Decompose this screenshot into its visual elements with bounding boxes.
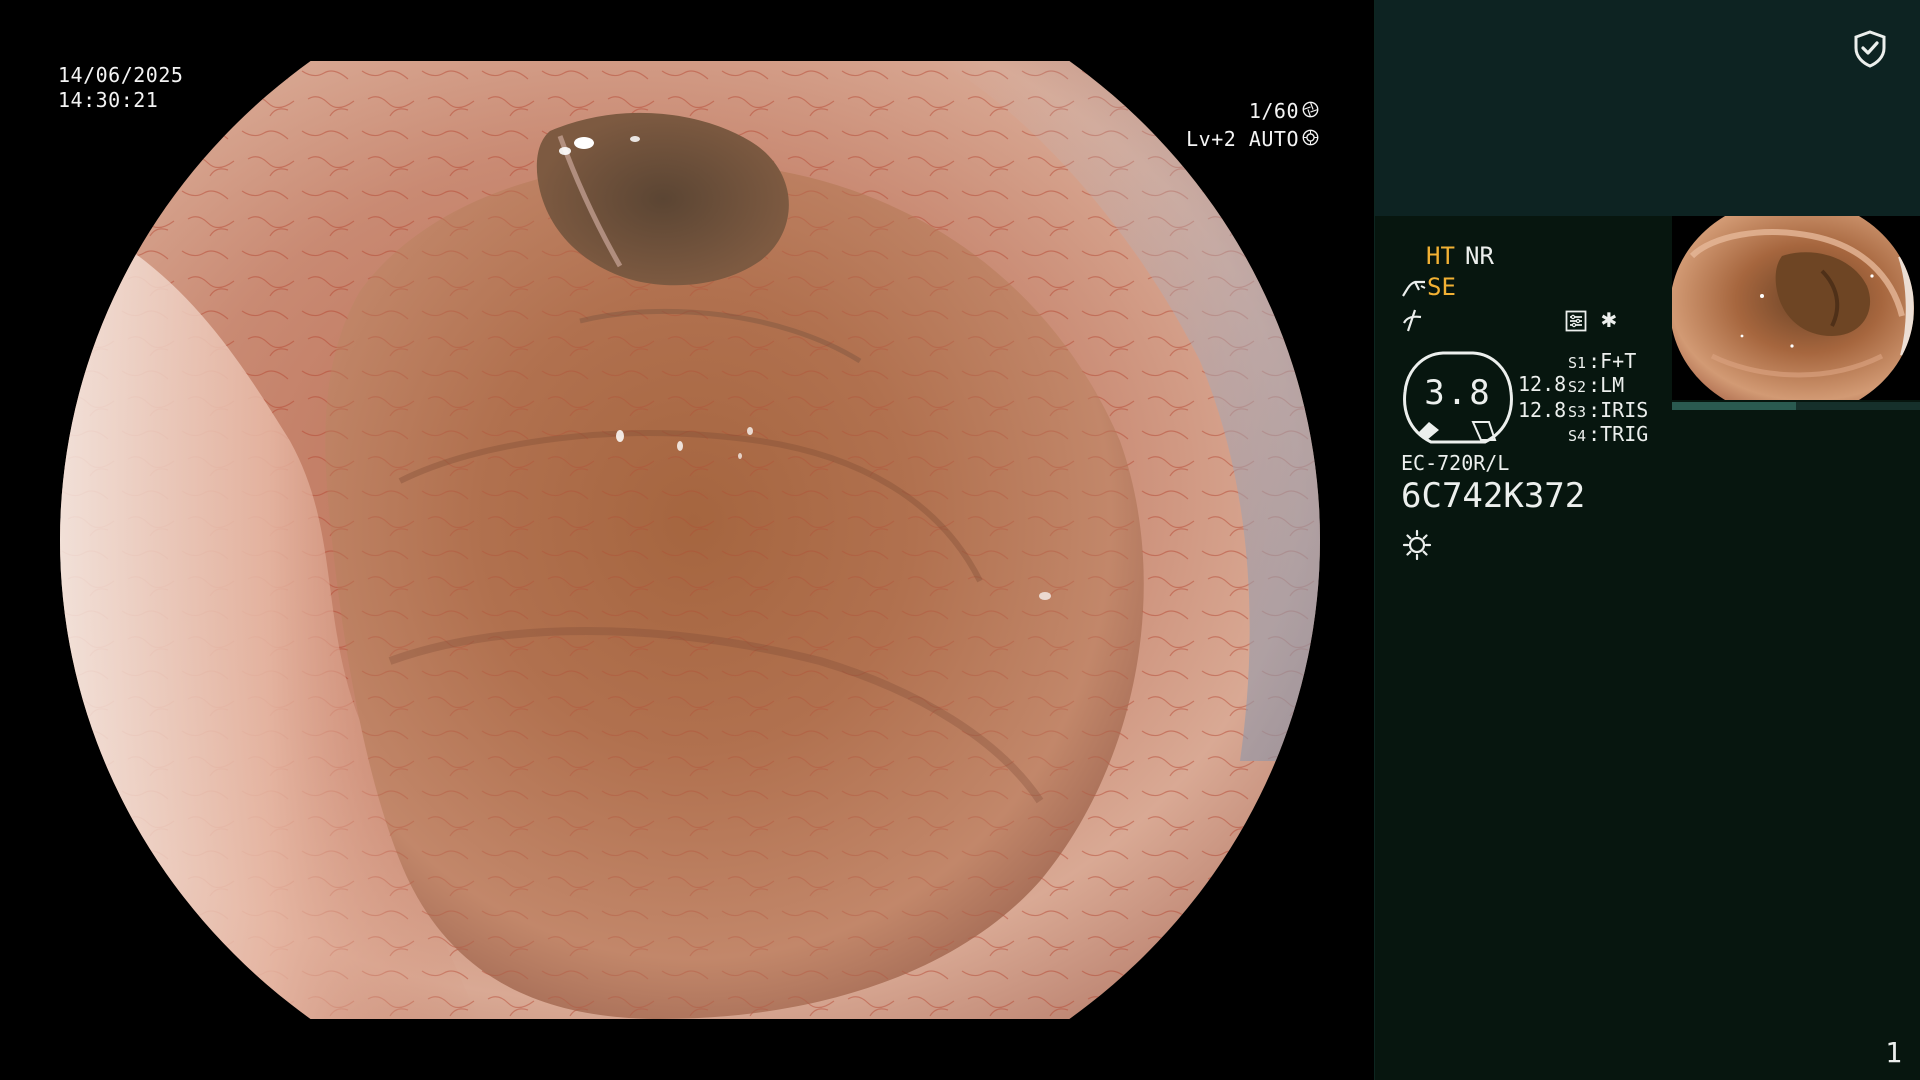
capture-time: 14:30:21 [58,88,159,112]
panel-header [1375,0,1920,216]
colon-lumen-image [60,61,1320,1019]
scope-switch-row: S3:IRIS [1568,398,1649,422]
endoscopic-view: 14/06/2025 14:30:21 1/60 Lv+2 AUTO [0,0,1374,1080]
scope-switch-value: TRIG [1600,422,1649,446]
scope-switch-key: S4 [1568,427,1587,445]
scope-model: EC-720R/L [1401,451,1510,475]
gauge-side-value: 12.8 [1518,372,1567,396]
page-number: 1 [1885,1036,1902,1069]
brightness-level-value: Lv+2 AUTO [1186,127,1299,151]
asterisk-icon: ✱ [1601,304,1617,334]
endoscopic-image [60,61,1320,1019]
scope-switch-key: S1 [1568,354,1587,372]
status-panel: HT NR SE ✱ 3.8 12.8 12.8 S1:F+T S2:LM … [1374,0,1920,1080]
scope-switch-key: S3 [1568,403,1587,421]
nr-mode-label: NR [1465,242,1494,270]
scope-fiber-icon [1402,280,1426,297]
scope-switch-row: S2:LM [1568,373,1625,397]
gauge-side-value: 12.8 [1518,398,1567,422]
scope-switch-key: S2 [1568,378,1587,396]
capture-date: 14/06/2025 [58,63,184,87]
freeze-icon [1403,309,1422,332]
scope-switch-value: F+T [1600,349,1637,373]
thumbnail-image [1672,216,1920,400]
thumbnail-progress-fill [1672,402,1796,410]
gauge-value: 3.8 [1424,373,1492,413]
menu-list-icon [1565,310,1587,332]
light-source-icon [1402,529,1432,560]
shutter-speed-indicator: 1/60 [1249,99,1319,126]
aperture-icon [1301,101,1319,126]
brightness-level-indicator: Lv+2 AUTO [1186,127,1319,154]
panel-body: HT NR SE ✱ 3.8 12.8 12.8 S1:F+T S2:LM … [1375,216,1920,1080]
scope-switch-value: IRIS [1600,398,1649,422]
endoscope-monitor-screen: 14/06/2025 14:30:21 1/60 Lv+2 AUTO HT NR [0,0,1920,1080]
ht-mode-label: HT [1426,242,1455,270]
thumbnail-progress-bar [1672,402,1920,410]
shield-check-icon[interactable] [1853,30,1887,68]
auto-iris-icon [1301,129,1319,154]
scope-switch-value: LM [1600,373,1625,397]
scope-switch-row: S1:F+T [1568,349,1637,373]
shutter-speed-value: 1/60 [1248,99,1299,123]
scope-switch-row: S4:TRIG [1568,422,1649,446]
scope-serial-number: 6C742K372 [1401,476,1586,516]
se-mode-label: SE [1427,273,1456,301]
capture-thumbnail[interactable] [1672,216,1920,400]
